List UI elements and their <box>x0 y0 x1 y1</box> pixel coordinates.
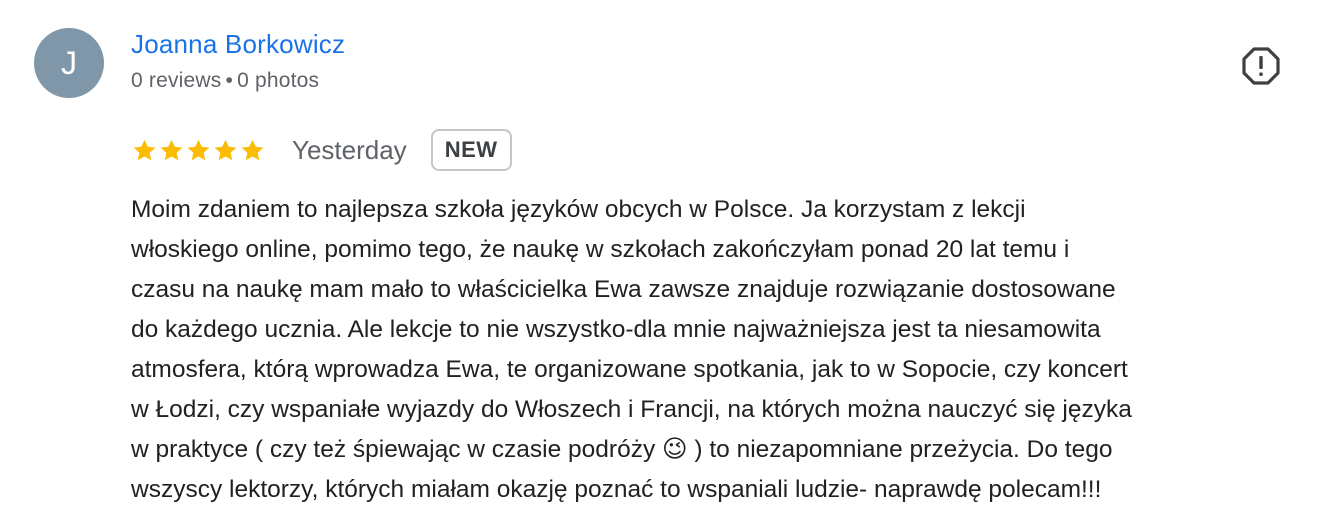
star-rating <box>131 137 266 164</box>
review-text-line: Moim zdaniem to najlepsza szkoła języków… <box>131 196 1026 223</box>
new-badge: NEW <box>430 129 512 171</box>
review-text-line: czasu na naukę mam mało to właścicielka … <box>131 276 1116 303</box>
star-icon <box>133 139 156 160</box>
report-flag-icon <box>1242 47 1280 85</box>
review-text: Moim zdaniem to najlepsza szkoła języków… <box>131 190 1321 510</box>
review-text-line: w praktyce ( czy też śpiewając w czasie … <box>131 436 1113 463</box>
star-icon <box>160 139 183 160</box>
avatar[interactable]: J <box>34 28 104 98</box>
review-text-line: w Łodzi, czy wspaniałe wyjazdy do Włosze… <box>131 396 1132 423</box>
author-name-link[interactable]: Joanna Borkowicz <box>131 29 345 60</box>
star-icon <box>214 139 237 160</box>
review-text-line: atmosfera, którą wprowadza Ewa, te organ… <box>131 356 1128 383</box>
review-count: 0 reviews <box>131 69 222 92</box>
rating-row: Yesterday NEW <box>131 126 512 174</box>
author-meta: 0 reviews • 0 photos <box>131 69 319 93</box>
review-date: Yesterday <box>292 134 407 165</box>
photo-count: 0 photos <box>237 69 320 92</box>
meta-separator: • <box>225 69 234 92</box>
star-icon <box>241 139 264 160</box>
report-button[interactable] <box>1240 45 1282 87</box>
star-icon <box>187 139 210 160</box>
review-text-line: wszyscy lektorzy, których miałam okazję … <box>131 476 1102 503</box>
review-text-line: włoskiego online, pomimo tego, że naukę … <box>131 236 1070 263</box>
review-text-line: do każdego ucznia. Ale lekcje to nie wsz… <box>131 316 1101 343</box>
